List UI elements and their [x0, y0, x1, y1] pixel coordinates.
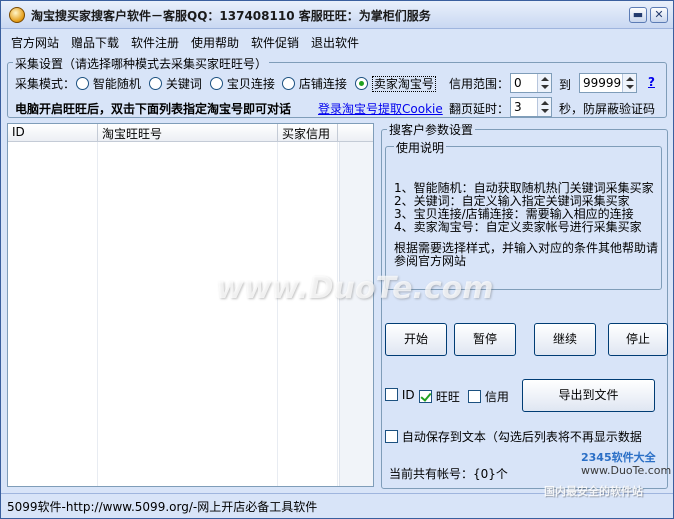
export-id-checkbox[interactable]	[385, 388, 398, 401]
arrow-up-icon[interactable]	[541, 77, 549, 81]
export-wangwang-label: 旺旺	[435, 390, 460, 404]
credit-range-from-arrows[interactable]	[537, 74, 551, 92]
menu-official-site[interactable]: 官方网站	[11, 34, 59, 51]
export-credit-checkbox[interactable]	[468, 390, 481, 403]
stop-button[interactable]: 停止	[608, 323, 668, 356]
watermark-tag: 国内最安全的软件站	[544, 485, 643, 498]
window-title: 淘宝搜买家搜客户软件－客服QQ：137408110 客服旺旺：为掌柜们服务	[31, 9, 431, 23]
menu-help[interactable]: 使用帮助	[191, 34, 239, 51]
export-button[interactable]: 导出到文件	[522, 379, 655, 412]
arrow-down-icon[interactable]	[541, 109, 549, 113]
page-delay-suffix: 秒，防屏蔽验证码	[559, 102, 656, 116]
menu-promotion[interactable]: 软件促销	[251, 34, 299, 51]
column-header-wangwang[interactable]: 淘宝旺旺号	[98, 124, 278, 142]
radio-smart-random[interactable]	[76, 77, 89, 90]
credit-range-to-spinner[interactable]: 99999	[579, 73, 637, 93]
credit-range-to-value: 99999	[583, 76, 622, 90]
export-id-label: ID	[401, 388, 415, 402]
buyer-list-header: ID 淘宝旺旺号 买家信用	[8, 124, 373, 142]
credit-range-to-arrows[interactable]	[622, 74, 636, 92]
continue-button[interactable]: 继续	[534, 323, 596, 356]
start-button[interactable]: 开始	[385, 323, 447, 356]
mode-shop-link[interactable]: 店铺连接	[282, 75, 347, 92]
collect-mode-label: 采集模式：	[15, 77, 76, 91]
usage-tip-2: 参阅官方网站	[394, 254, 467, 268]
credit-range-from-value: 0	[514, 76, 522, 90]
menu-bar: 官方网站 赠品下载 软件注册 使用帮助 软件促销 退出软件	[1, 31, 673, 53]
radio-item-link[interactable]	[210, 77, 223, 90]
watermark-brand: 2345软件大全	[581, 451, 656, 464]
login-cookie-link[interactable]: 登录淘宝号提取Cookie	[318, 100, 443, 117]
export-credit-option[interactable]: 信用	[468, 388, 509, 405]
column-divider	[97, 142, 98, 486]
column-header-credit[interactable]: 买家信用	[278, 124, 338, 142]
radio-shop-link[interactable]	[282, 77, 295, 90]
export-wangwang-option[interactable]: 旺旺	[419, 388, 460, 405]
mode-smart-random[interactable]: 智能随机	[76, 75, 141, 92]
arrow-down-icon[interactable]	[626, 85, 634, 89]
help-link[interactable]: ?	[648, 75, 655, 89]
account-count: 当前共有帐号：{0}个	[389, 467, 508, 481]
arrow-down-icon[interactable]	[541, 85, 549, 89]
usage-notes-label: 使用说明	[394, 139, 447, 156]
export-credit-label: 信用	[484, 390, 509, 404]
credit-range-to-label: 到	[559, 78, 572, 92]
mode-seller-account[interactable]: 卖家淘宝号	[355, 75, 436, 92]
pause-button[interactable]: 暂停	[454, 323, 516, 356]
credit-range-from-spinner[interactable]: 0	[510, 73, 552, 93]
status-text: 5099软件-http://www.5099.org/-网上开店必备工具软件	[7, 500, 318, 514]
app-logo-icon	[9, 7, 25, 23]
menu-register[interactable]: 软件注册	[131, 34, 179, 51]
menu-exit[interactable]: 退出软件	[311, 34, 359, 51]
page-delay-spinner[interactable]: 3	[510, 97, 552, 117]
radio-keyword[interactable]	[149, 77, 162, 90]
export-id-option[interactable]: ID	[385, 388, 415, 402]
column-divider	[337, 142, 338, 486]
autosave-label: 自动保存到文本（勾选后列表将不再显示数据	[401, 430, 642, 444]
buyer-list-empty-area	[339, 142, 373, 486]
mode-item-link[interactable]: 宝贝连接	[210, 75, 275, 92]
params-group-label: 搜客户参数设置	[387, 121, 476, 138]
arrow-up-icon[interactable]	[626, 77, 634, 81]
column-header-id[interactable]: ID	[8, 124, 98, 142]
radio-seller-account[interactable]	[355, 77, 368, 90]
minimize-button[interactable]: ▬	[629, 7, 647, 23]
mode-keyword[interactable]: 关键词	[149, 75, 202, 92]
column-divider	[277, 142, 278, 486]
double-click-hint: 电脑开启旺旺后，双击下面列表指定淘宝号即可对话	[15, 102, 292, 116]
autosave-option[interactable]: 自动保存到文本（勾选后列表将不再显示数据	[385, 428, 642, 445]
usage-notes-box: 使用说明 1、智能随机：自动获取随机热门关键词采集买家 2、关键词：自定义输入指…	[385, 139, 662, 290]
page-delay-value: 3	[514, 100, 522, 114]
title-bar: 淘宝搜买家搜客户软件－客服QQ：137408110 客服旺旺：为掌柜们服务 ▬ …	[1, 1, 673, 29]
usage-line-4: 4、卖家淘宝号：自定义卖家帐号进行采集买家	[394, 220, 642, 234]
autosave-checkbox[interactable]	[385, 430, 398, 443]
arrow-up-icon[interactable]	[541, 101, 549, 105]
page-delay-label: 翻页延时：	[449, 102, 510, 116]
credit-range-label: 信用范围：	[449, 77, 510, 91]
watermark-url: www.DuoTe.com	[581, 464, 672, 477]
watermark-center: www.DuoTe.com	[216, 271, 494, 306]
menu-gift-download[interactable]: 赠品下载	[71, 34, 119, 51]
collect-settings-label: 采集设置（请选择哪种模式去采集买家旺旺号）	[13, 55, 270, 72]
app-window: 淘宝搜买家搜客户软件－客服QQ：137408110 客服旺旺：为掌柜们服务 ▬ …	[0, 0, 674, 519]
export-wangwang-checkbox[interactable]	[419, 390, 432, 403]
page-delay-arrows[interactable]	[537, 98, 551, 116]
close-button[interactable]: ✕	[650, 7, 668, 23]
